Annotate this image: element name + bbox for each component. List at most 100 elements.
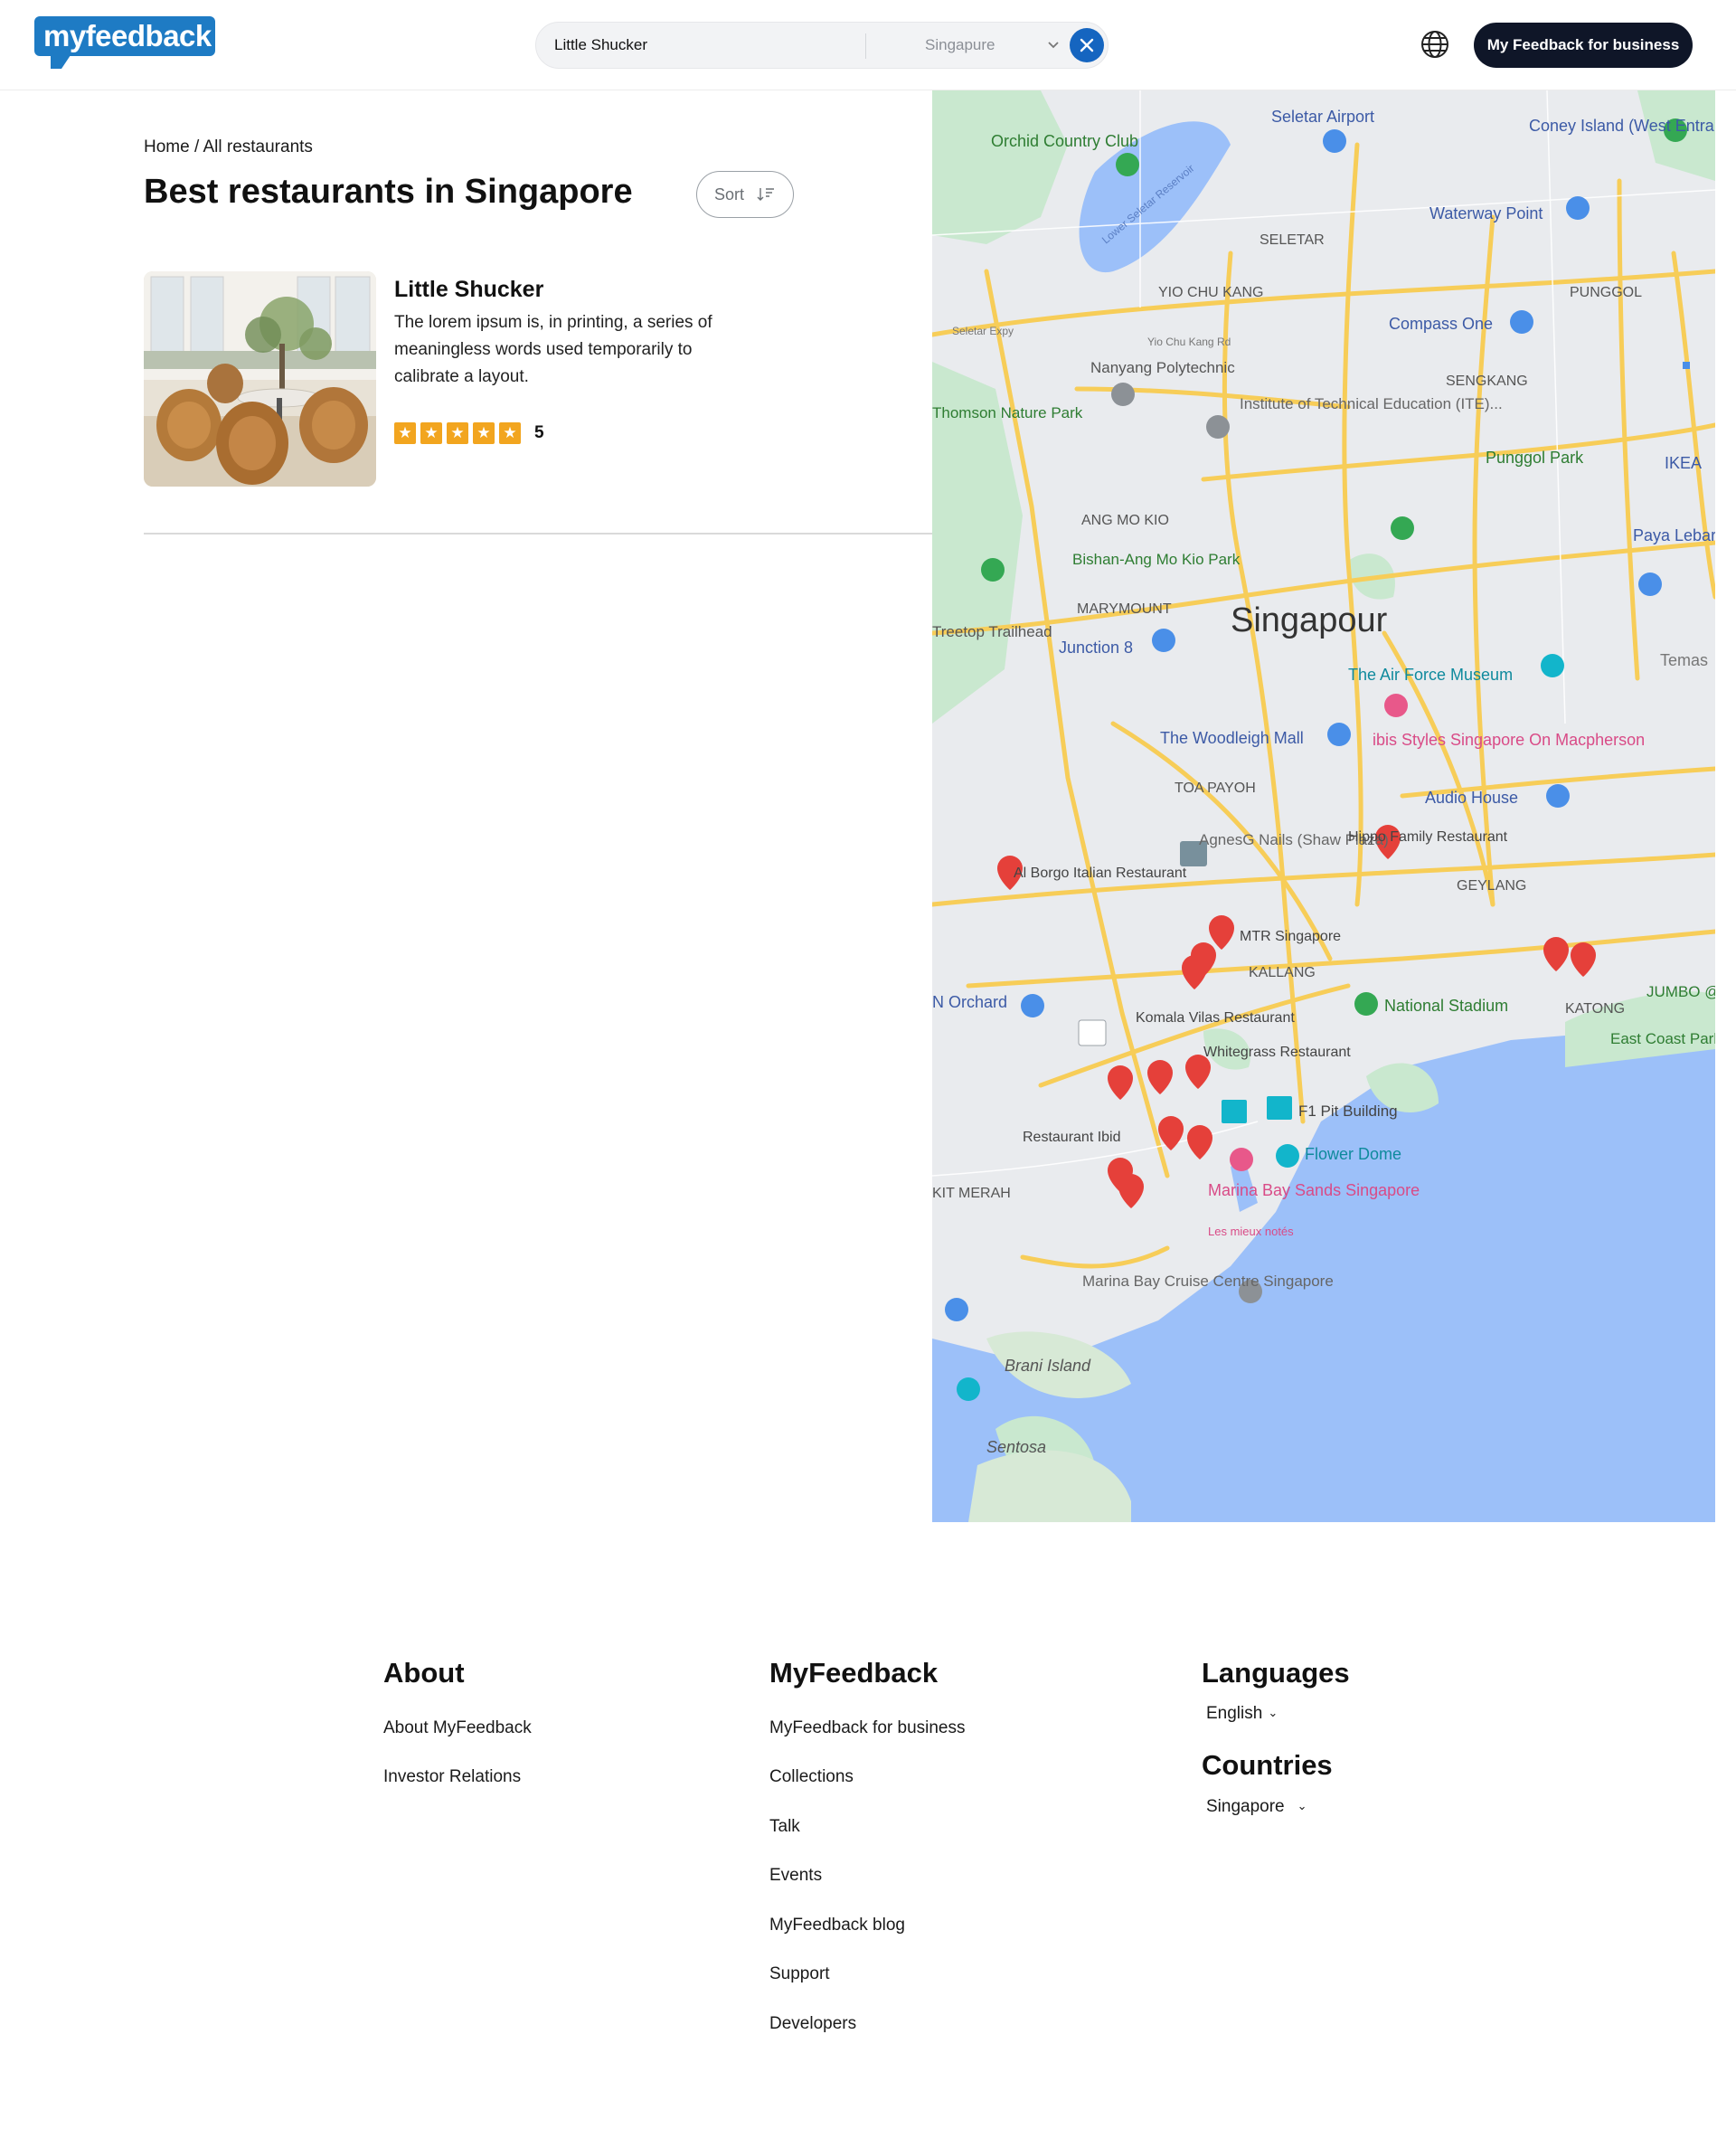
svg-text:Les mieux notés: Les mieux notés <box>1208 1225 1294 1238</box>
restaurant-description: The lorem ipsum is, in printing, a serie… <box>394 313 712 386</box>
sort-icon <box>757 188 774 201</box>
svg-text:Restaurant Ibid: Restaurant Ibid <box>1023 1130 1121 1145</box>
star-icon: ★ <box>447 422 468 444</box>
svg-text:Audio House: Audio House <box>1425 789 1518 807</box>
footer-link-events[interactable]: Events <box>769 1866 822 1886</box>
svg-text:PUNGGOL: PUNGGOL <box>1570 285 1642 300</box>
breadcrumb-separator: / <box>189 137 203 156</box>
language-select[interactable]: English ⌄ <box>1206 1704 1278 1724</box>
footer-link-about[interactable]: About MyFeedback <box>383 1718 532 1738</box>
language-selected: English <box>1206 1704 1263 1723</box>
star-icon: ★ <box>473 422 495 444</box>
chevron-down-icon[interactable] <box>1044 35 1062 53</box>
star-icon: ★ <box>394 422 416 444</box>
city-select[interactable]: Singapure <box>925 23 995 68</box>
svg-text:Paya Lebar Air Base: Paya Lebar Air Base <box>1633 526 1715 544</box>
country-selected: Singapore <box>1206 1797 1285 1816</box>
svg-text:KALLANG: KALLANG <box>1249 965 1316 980</box>
footer-myfeedback-title: MyFeedback <box>769 1657 939 1689</box>
svg-text:MARYMOUNT: MARYMOUNT <box>1077 601 1172 617</box>
page-title: Best restaurants in Singapore <box>144 173 633 211</box>
footer-link-support[interactable]: Support <box>769 1964 830 1984</box>
results-divider <box>144 533 932 535</box>
svg-text:Bishan-Ang Mo Kio Park: Bishan-Ang Mo Kio Park <box>1072 551 1241 568</box>
svg-text:East Coast Park: East Coast Park <box>1610 1030 1715 1047</box>
svg-text:ANG MO KIO: ANG MO KIO <box>1081 513 1169 528</box>
svg-text:N Orchard: N Orchard <box>932 993 1007 1011</box>
svg-text:National Stadium: National Stadium <box>1384 997 1508 1015</box>
close-icon <box>1080 38 1094 52</box>
svg-text:Punggol Park: Punggol Park <box>1486 449 1584 467</box>
footer-link-blog[interactable]: MyFeedback blog <box>769 1916 905 1935</box>
svg-text:ibis Styles Singapore On Macph: ibis Styles Singapore On Macpherson <box>1373 731 1645 749</box>
svg-text:Whitegrass Restaurant: Whitegrass Restaurant <box>1203 1045 1351 1060</box>
footer-languages-title: Languages <box>1202 1657 1350 1689</box>
svg-text:Flower Dome: Flower Dome <box>1305 1145 1401 1163</box>
svg-text:JUMBO @ Eas: JUMBO @ Eas <box>1646 983 1715 1000</box>
svg-text:Temas: Temas <box>1660 651 1708 669</box>
svg-text:Komala Vilas Restaurant: Komala Vilas Restaurant <box>1136 1010 1295 1026</box>
rating-value: 5 <box>534 423 544 442</box>
footer-link-talk[interactable]: Talk <box>769 1817 800 1837</box>
svg-text:Nanyang Polytechnic: Nanyang Polytechnic <box>1090 359 1235 376</box>
breadcrumb-home[interactable]: Home <box>144 137 190 156</box>
footer-link-investors[interactable]: Investor Relations <box>383 1767 521 1787</box>
svg-text:The Air Force Museum: The Air Force Museum <box>1348 666 1513 684</box>
svg-text:Junction 8: Junction 8 <box>1059 639 1133 657</box>
svg-text:Hippo Family Restaurant: Hippo Family Restaurant <box>1348 829 1508 845</box>
myfeedback-logo[interactable]: myfeedback <box>34 16 215 72</box>
star-icon: ★ <box>420 422 442 444</box>
svg-text:Orchid Country Club: Orchid Country Club <box>991 132 1138 150</box>
svg-text:YIO CHU KANG: YIO CHU KANG <box>1158 285 1263 300</box>
logo-text: myfeedback <box>43 19 212 52</box>
svg-text:KATONG: KATONG <box>1565 1001 1625 1017</box>
svg-text:IKEA: IKEA <box>1665 454 1702 472</box>
sort-button[interactable]: Sort <box>696 171 794 218</box>
footer-link-business[interactable]: MyFeedback for business <box>769 1718 966 1738</box>
restaurant-card[interactable]: Little Shucker The lorem ipsum is, in pr… <box>144 271 930 488</box>
breadcrumb-current[interactable]: All restaurants <box>203 137 312 156</box>
svg-text:F1 Pit Building: F1 Pit Building <box>1298 1102 1398 1120</box>
footer-countries-title: Countries <box>1202 1749 1333 1781</box>
business-button[interactable]: My Feedback for business <box>1474 23 1693 68</box>
country-select[interactable]: Singapore ⌄ <box>1206 1797 1307 1817</box>
search-divider <box>865 33 866 59</box>
svg-text:Yio Chu Kang Rd: Yio Chu Kang Rd <box>1147 336 1231 348</box>
logo-bubble-tail <box>51 52 72 69</box>
svg-text:Marina Bay Cruise Centre Singa: Marina Bay Cruise Centre Singapore <box>1082 1273 1334 1290</box>
svg-text:Compass One: Compass One <box>1389 315 1493 333</box>
footer-about-title: About <box>383 1657 465 1689</box>
footer-link-developers[interactable]: Developers <box>769 2014 856 2034</box>
map-canvas[interactable]: Seletar Airport Orchid Country Club Cone… <box>932 90 1715 1522</box>
map-label: Seletar Airport <box>1271 108 1374 126</box>
svg-text:MTR Singapore: MTR Singapore <box>1240 929 1341 944</box>
chevron-down-icon: ⌄ <box>1297 1799 1307 1812</box>
sort-label: Sort <box>714 185 745 203</box>
cafe-interior-image <box>144 271 376 487</box>
globe-icon[interactable] <box>1420 29 1450 60</box>
svg-text:Brani Island: Brani Island <box>1005 1357 1091 1375</box>
svg-text:KIT MERAH: KIT MERAH <box>932 1186 1011 1201</box>
svg-text:Waterway Point: Waterway Point <box>1429 204 1543 222</box>
svg-text:The Woodleigh Mall: The Woodleigh Mall <box>1160 729 1304 747</box>
footer-link-collections[interactable]: Collections <box>769 1767 854 1787</box>
svg-text:Al Borgo Italian Restaurant: Al Borgo Italian Restaurant <box>1014 866 1187 881</box>
svg-text:Seletar Expy: Seletar Expy <box>952 325 1014 337</box>
clear-search-button[interactable] <box>1070 28 1104 62</box>
restaurant-photo[interactable] <box>144 271 376 487</box>
breadcrumb: Home / All restaurants <box>144 137 313 157</box>
svg-text:SELETAR: SELETAR <box>1260 232 1325 248</box>
svg-text:SENGKANG: SENGKANG <box>1446 374 1528 389</box>
star-icon: ★ <box>499 422 521 444</box>
search-input[interactable] <box>552 23 860 68</box>
svg-text:Treetop Trailhead: Treetop Trailhead <box>932 623 1052 640</box>
search-bar: Singapure <box>535 22 1109 69</box>
svg-text:Sentosa: Sentosa <box>986 1438 1046 1456</box>
svg-text:Coney Island (West Entrance): Coney Island (West Entrance) <box>1529 117 1715 135</box>
top-header: myfeedback Singapure My Feedback for bus… <box>0 0 1736 90</box>
svg-text:TOA PAYOH: TOA PAYOH <box>1175 781 1256 796</box>
map-panel[interactable]: Seletar Airport Orchid Country Club Cone… <box>932 90 1715 1522</box>
svg-text:GEYLANG: GEYLANG <box>1457 878 1526 894</box>
restaurant-name[interactable]: Little Shucker <box>394 277 543 303</box>
chevron-down-icon: ⌄ <box>1268 1706 1278 1719</box>
